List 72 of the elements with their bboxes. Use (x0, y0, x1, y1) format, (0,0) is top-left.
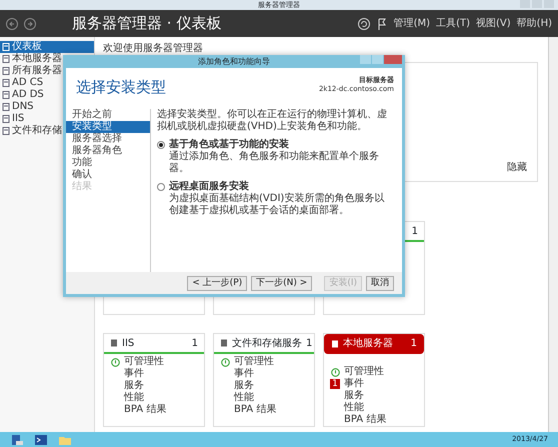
server-icon (2, 67, 10, 75)
tile-item[interactable]: 可管理性 (234, 356, 274, 368)
wizard-step[interactable]: 确认 (66, 168, 150, 180)
server-icon (2, 79, 10, 87)
tile-item[interactable]: 事件 (124, 368, 144, 380)
server-icon (2, 103, 10, 111)
tile-item[interactable]: 可管理性 (124, 356, 164, 368)
wizard-step[interactable]: 功能 (66, 156, 150, 168)
wizard-step[interactable]: 安装类型 (66, 120, 150, 132)
tile-item[interactable]: 性能 (234, 392, 254, 404)
server-icon (2, 115, 10, 123)
tile-item[interactable]: 性能 (344, 402, 364, 414)
tile-item[interactable]: 事件 (234, 368, 254, 380)
tile-title[interactable]: 文件和存储服务 (232, 336, 302, 350)
option-description: 通过添加角色、角色服务和功能来配置单个服务器。 (169, 150, 380, 174)
server-icon (331, 340, 339, 348)
tile-count: 1 (192, 336, 198, 350)
server-icon (2, 127, 10, 135)
menu-item[interactable]: 工具(T) (436, 16, 470, 31)
radio-button[interactable] (157, 140, 165, 148)
status-ok-icon (330, 368, 340, 376)
server-icon (220, 339, 228, 347)
radio-button[interactable] (157, 182, 165, 190)
dialog-button[interactable]: 取消 (366, 276, 394, 290)
flag-icon[interactable] (376, 18, 388, 30)
tile-item[interactable]: BPA 结果 (234, 404, 276, 416)
terminal-icon[interactable] (34, 434, 48, 446)
dialog-title: 添加角色和功能向导 (198, 56, 270, 68)
server-icon (2, 91, 10, 99)
wizard-step[interactable]: 服务器选择 (66, 132, 150, 144)
tile-count: 1 (410, 337, 417, 351)
dialog-button[interactable]: 下一步(N) > (251, 276, 312, 290)
server-icon (2, 43, 10, 51)
status-ok-icon (220, 358, 230, 366)
menu-item[interactable]: 帮助(H) (516, 16, 552, 31)
tile-item[interactable]: 服务 (124, 380, 144, 392)
scrollbar[interactable] (548, 37, 558, 432)
tile-item[interactable]: BPA 结果 (344, 414, 386, 426)
welcome-heading: 欢迎使用服务器管理器 (103, 42, 204, 56)
tile-item[interactable]: BPA 结果 (124, 404, 166, 416)
menu-item[interactable]: 视图(V) (476, 16, 511, 31)
tile-item[interactable]: 事件 (344, 378, 364, 390)
tile-item[interactable]: 服务 (234, 380, 254, 392)
status-ok-icon (110, 358, 120, 366)
server-manager-icon[interactable] (10, 434, 24, 446)
menu-item[interactable]: 管理(M) (394, 16, 430, 31)
page-title: 服务器管理器 · 仪表板 (72, 13, 222, 34)
intro-text: 选择安装类型。你可以在正在运行的物理计算机、虚拟机或脱机虚拟硬盘(VHD)上安装角色和功能。 (157, 108, 388, 132)
sidebar-item[interactable]: 仪表板 (0, 41, 94, 53)
tile-title[interactable]: IIS (122, 336, 188, 350)
forward-icon[interactable] (24, 18, 36, 30)
sidebar-item[interactable]: 本地服务器 (0, 53, 94, 65)
hide-link[interactable]: 隐藏 (507, 160, 527, 175)
option-description: 为虚拟桌面基础结构(VDI)安装所需的角色服务以创建基于虚拟机或基于会话的桌面部署。 (169, 192, 386, 216)
wizard-step[interactable]: 服务器角色 (66, 144, 150, 156)
dialog-button[interactable]: < 上一步(P) (187, 276, 248, 290)
dialog-heading: 选择安装类型 (76, 77, 166, 98)
refresh-icon[interactable] (358, 18, 370, 30)
option-label[interactable]: 基于角色或基于功能的安装 (169, 138, 392, 150)
server-icon (2, 55, 10, 63)
tile-count: 1 (306, 336, 312, 350)
tile-item[interactable]: 性能 (124, 392, 144, 404)
sidebar-item[interactable]: 所有服务器 (0, 65, 94, 77)
tile-item[interactable]: 可管理性 (344, 366, 384, 378)
wizard-step[interactable]: 开始之前 (66, 108, 150, 120)
tile-title[interactable]: 本地服务器 (343, 336, 407, 351)
option-label[interactable]: 远程桌面服务安装 (169, 180, 392, 192)
server-icon (110, 339, 118, 347)
tile-count: 1 (412, 224, 418, 238)
tile-item[interactable]: 服务 (344, 390, 364, 402)
back-icon[interactable] (6, 18, 18, 30)
alert-badge: 1 (330, 379, 340, 389)
